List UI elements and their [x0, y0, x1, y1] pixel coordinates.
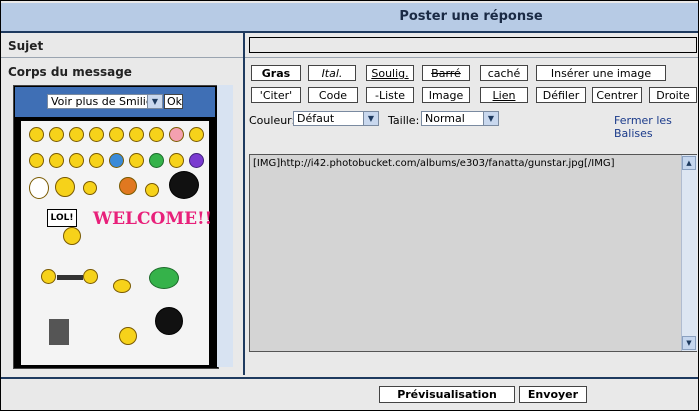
wave-icon[interactable] — [145, 183, 159, 197]
scroll-button[interactable]: Défiler — [536, 87, 586, 103]
form-title: Poster une réponse — [399, 9, 543, 24]
rolleyes-icon[interactable] — [109, 153, 124, 168]
chevron-down-icon: ▼ — [147, 95, 162, 108]
bold-button[interactable]: Gras — [251, 65, 301, 81]
welcome-banner-icon[interactable]: WELCOME!! — [93, 209, 212, 229]
glasses-icon[interactable] — [89, 127, 104, 142]
insert-image-button[interactable]: Insérer une image — [536, 65, 666, 81]
hidden-button[interactable]: caché — [480, 65, 528, 81]
dumbbell-right-icon[interactable] — [83, 269, 98, 284]
size-select[interactable]: Normal ▼ — [421, 111, 499, 126]
confused-icon[interactable] — [149, 127, 164, 142]
code-button[interactable]: Code — [308, 87, 358, 103]
message-textarea[interactable]: [IMG]http://i42.photobucket.com/albums/e… — [249, 154, 697, 352]
footer-divider — [1, 377, 698, 379]
lol-sign-icon[interactable]: LOL! — [47, 209, 77, 227]
scream-icon[interactable] — [29, 177, 49, 199]
hat-icon[interactable] — [119, 177, 137, 195]
message-text: [IMG]http://i42.photobucket.com/albums/e… — [253, 158, 615, 169]
sad-icon[interactable] — [49, 127, 64, 142]
size-label: Taille: — [388, 114, 420, 127]
dancer-icon[interactable] — [155, 307, 183, 335]
dumbbell-left-icon[interactable] — [41, 269, 56, 284]
send-button[interactable]: Envoyer — [519, 386, 587, 403]
purple-face-icon[interactable] — [189, 153, 204, 168]
smilies-select-value: Voir plus de Smilies — [51, 95, 159, 108]
bounce-icon[interactable] — [119, 327, 137, 345]
grin-icon[interactable] — [129, 127, 144, 142]
happy-icon[interactable] — [89, 153, 104, 168]
neutral-icon[interactable] — [169, 153, 184, 168]
laugh-icon[interactable] — [129, 153, 144, 168]
row-divider — [1, 57, 698, 58]
strike-button[interactable]: Barré — [422, 65, 470, 81]
post-reply-form: Poster une réponse Sujet Corps du messag… — [0, 0, 699, 411]
scroll-down-icon[interactable]: ▼ — [682, 336, 696, 350]
color-label: Couleur: — [249, 114, 296, 127]
afro-icon[interactable] — [169, 171, 199, 199]
close-tags-link[interactable]: Fermer les Balises — [614, 114, 698, 140]
chevron-down-icon: ▼ — [483, 112, 498, 125]
link-button[interactable]: Lien — [480, 87, 528, 103]
body-label: Corps du message — [8, 65, 132, 79]
preview-button[interactable]: Prévisualisation — [379, 386, 515, 403]
cool-icon[interactable] — [109, 127, 124, 142]
list-button[interactable]: -Liste — [366, 87, 414, 103]
smilies-scrollbar[interactable] — [217, 85, 233, 367]
form-header: Poster une réponse — [1, 3, 698, 33]
blush-icon[interactable] — [169, 127, 184, 142]
quote-button[interactable]: 'Citer' — [251, 87, 301, 103]
sleep-icon[interactable] — [83, 181, 97, 195]
lol-face-icon[interactable] — [63, 227, 81, 245]
italic-button[interactable]: Ital. — [308, 65, 356, 81]
question-icon[interactable] — [189, 127, 204, 142]
evil-icon[interactable] — [69, 153, 84, 168]
image-button[interactable]: Image — [422, 87, 470, 103]
message-scrollbar[interactable] — [681, 155, 697, 351]
right-align-button[interactable]: Droite — [649, 87, 697, 103]
center-button[interactable]: Centrer — [592, 87, 642, 103]
smilies-grid: LOL! WELCOME!! — [21, 121, 212, 365]
party-icon[interactable] — [55, 177, 75, 197]
dumbbell-bar-icon — [57, 275, 83, 280]
subject-input[interactable] — [249, 37, 697, 53]
sick-icon[interactable] — [149, 153, 164, 168]
mailbox-icon[interactable] — [49, 319, 69, 345]
size-select-value: Normal — [425, 112, 465, 125]
subject-label: Sujet — [8, 39, 44, 53]
color-select[interactable]: Défaut ▼ — [293, 111, 379, 126]
underline-button[interactable]: Soulig. — [366, 65, 414, 81]
scroll-up-icon[interactable]: ▲ — [682, 156, 696, 170]
chevron-down-icon: ▼ — [363, 112, 378, 125]
smilies-ok-button[interactable]: Ok — [164, 94, 183, 109]
column-divider — [243, 31, 245, 375]
sleepy-icon[interactable] — [113, 279, 131, 293]
smilies-select[interactable]: Voir plus de Smilies ▼ — [47, 94, 163, 109]
smile-icon[interactable] — [29, 127, 44, 142]
color-select-value: Défaut — [297, 112, 335, 125]
shocked-icon[interactable] — [69, 127, 84, 142]
cheer-icon[interactable] — [149, 267, 179, 289]
angry-icon[interactable] — [29, 153, 44, 168]
mad-icon[interactable] — [49, 153, 64, 168]
